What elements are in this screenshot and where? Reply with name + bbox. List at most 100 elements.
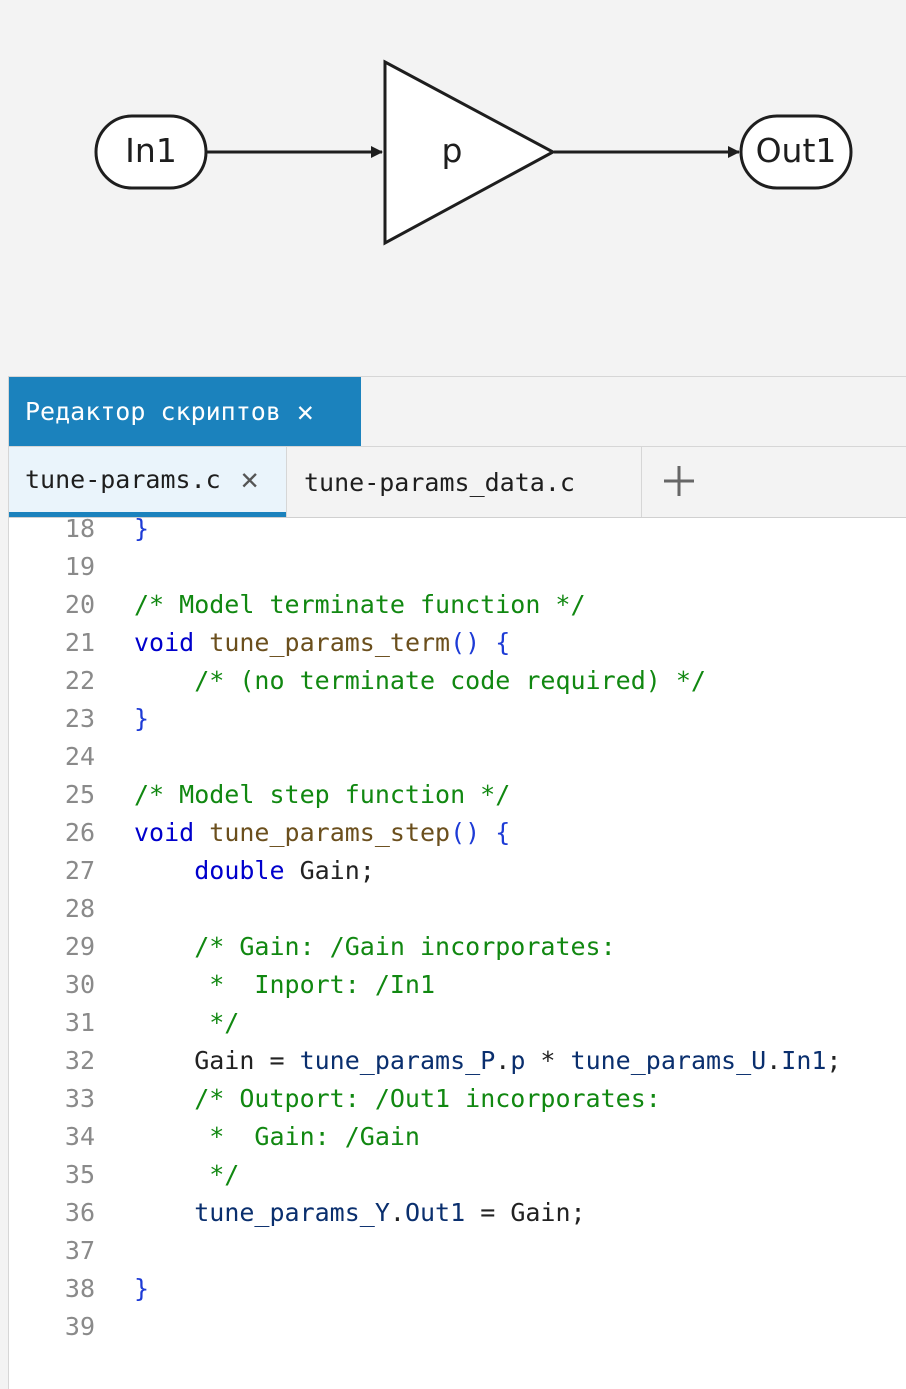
line-text: * Inport: /In1	[134, 966, 435, 1004]
line-number: 31	[64, 1008, 95, 1037]
code-token: /* Model terminate function */	[134, 590, 586, 619]
code-token: .	[389, 1198, 405, 1227]
line-number: 36	[64, 1198, 95, 1227]
line-number: 39	[64, 1312, 95, 1341]
line-number: 27	[64, 856, 95, 885]
code-token: tune_params_term	[209, 628, 451, 657]
code-token: */	[134, 1008, 240, 1037]
file-tab-tune-params[interactable]: tune-params.c ✕	[9, 447, 286, 517]
file-tab-bar: tune-params.c ✕ tune-params_data.c	[9, 447, 906, 518]
code-token: {	[495, 628, 511, 657]
script-editor-panel: Редактор скриптов ✕ tune-params.c ✕ tune…	[8, 376, 906, 1389]
line-text: /* Outport: /Out1 incorporates:	[134, 1080, 661, 1118]
code-token: .	[495, 1046, 511, 1075]
code-token: tune_params_Y	[194, 1198, 390, 1227]
line-number: 38	[64, 1274, 95, 1303]
line-number: 37	[64, 1236, 95, 1265]
close-icon[interactable]: ✕	[297, 395, 314, 428]
line-text: }	[134, 700, 149, 738]
line-text: tune_params_Y.Out1 = Gain;	[134, 1194, 585, 1232]
line-text: double Gain;	[134, 852, 375, 890]
outport-block-out1[interactable]: Out1	[739, 114, 853, 190]
line-number: 28	[64, 894, 95, 923]
code-token: * Gain: /Gain	[134, 1122, 420, 1151]
line-text: * Gain: /Gain	[134, 1118, 420, 1156]
code-token: }	[134, 518, 150, 543]
code-token: void	[134, 628, 195, 657]
line-number: 24	[64, 742, 95, 771]
code-token: tune_params_step	[209, 818, 451, 847]
line-text: /* Model terminate function */	[134, 586, 586, 624]
code-token: tune_params_P	[299, 1046, 496, 1075]
line-text: }	[134, 1270, 149, 1308]
panel-tab-label: Редактор скриптов	[25, 397, 281, 426]
code-token: /* (no terminate code required) */	[194, 666, 706, 695]
line-number: 19	[64, 552, 95, 581]
line-number: 23	[64, 704, 95, 733]
panel-tab-script-editor[interactable]: Редактор скриптов ✕	[9, 377, 361, 446]
line-number: 18	[64, 518, 95, 543]
code-token: Gain =	[134, 1046, 300, 1075]
code-token: p	[510, 1046, 526, 1075]
line-number: 35	[64, 1160, 95, 1189]
line-number: 22	[64, 666, 95, 695]
model-diagram: In1 p Out1	[0, 0, 906, 376]
code-token: void	[134, 818, 195, 847]
line-number: 26	[64, 818, 95, 847]
inport-block-in1[interactable]: In1	[94, 114, 208, 190]
file-tab-label: tune-params_data.c	[304, 467, 575, 497]
code-editor[interactable]: 18} 19 20 /* Model terminate function */ 21 v…	[9, 518, 906, 1389]
panel-tab-bar: Редактор скриптов ✕	[9, 377, 906, 447]
code-token: {	[495, 818, 511, 847]
code-token: double	[194, 856, 285, 885]
code-token: /* Gain: /Gain incorporates:	[194, 932, 616, 961]
line-text: void tune_params_term() {	[134, 624, 510, 662]
code-token: Out1	[404, 1198, 466, 1227]
line-number: 21	[64, 628, 95, 657]
line-text: /* Model step function */	[134, 776, 510, 814]
code-token: /* Model step function */	[134, 780, 511, 809]
line-text: Gain = tune_params_P.p * tune_params_U.I…	[134, 1042, 841, 1080]
gain-block-label: p	[442, 131, 463, 170]
code-token: * Inport: /In1	[134, 970, 436, 999]
code-token: In1	[781, 1046, 827, 1075]
line-text: /* (no terminate code required) */	[134, 662, 706, 700]
code-token: Gain;	[284, 856, 375, 885]
code-token: tune_params_U	[570, 1046, 767, 1075]
code-token: */	[134, 1160, 240, 1189]
inport-label: In1	[125, 131, 177, 170]
file-tab-tune-params-data[interactable]: tune-params_data.c	[286, 447, 642, 517]
line-text: */	[134, 1156, 239, 1194]
line-number: 20	[64, 590, 95, 619]
line-number: 32	[64, 1046, 95, 1075]
line-number: 34	[64, 1122, 95, 1151]
add-tab-button[interactable]	[659, 461, 699, 501]
line-text: void tune_params_step() {	[134, 814, 510, 852]
code-token: ()	[450, 628, 481, 657]
diagram-canvas: In1 p Out1	[94, 59, 853, 246]
code-token: *	[525, 1046, 571, 1075]
file-tab-label: tune-params.c	[25, 465, 221, 494]
line-number: 30	[64, 970, 95, 999]
code-token: .	[766, 1046, 782, 1075]
gain-block[interactable]: p	[383, 59, 557, 246]
line-text: }	[134, 518, 149, 548]
code-token: /* Outport: /Out1 incorporates:	[194, 1084, 661, 1113]
close-icon[interactable]: ✕	[241, 462, 259, 497]
code-token: }	[134, 1274, 150, 1303]
line-number: 29	[64, 932, 95, 961]
code-token: }	[134, 704, 150, 733]
line-number: 33	[64, 1084, 95, 1113]
code-token: ()	[450, 818, 481, 847]
line-number: 25	[64, 780, 95, 809]
line-text: /* Gain: /Gain incorporates:	[134, 928, 616, 966]
